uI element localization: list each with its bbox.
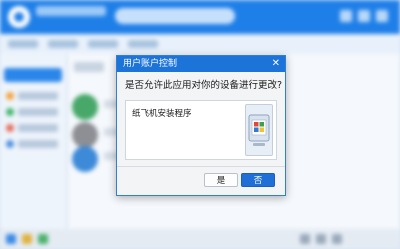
minimize-icon [340, 10, 352, 22]
no-button[interactable]: 否 [241, 173, 275, 187]
dialog-divider [117, 166, 285, 167]
dialog-question: 是否允许此应用对你的设备进行更改? [125, 80, 283, 91]
background-sidebar [0, 54, 66, 229]
maximize-icon [358, 10, 370, 22]
background-taskbar [0, 229, 400, 249]
yes-button[interactable]: 是 [204, 173, 238, 187]
dialog-title: 用户账户控制 [123, 59, 178, 69]
background-title-bar [0, 0, 400, 34]
dialog-title-bar: 用户账户控制 ✕ [117, 56, 285, 72]
uac-dialog: 用户账户控制 ✕ 是否允许此应用对你的设备进行更改? 纸飞机安装程序 是 否 [116, 55, 286, 196]
background-app-title [36, 6, 106, 16]
shield-program-icon [245, 104, 273, 156]
close-window-icon [376, 10, 388, 22]
close-icon[interactable]: ✕ [272, 57, 280, 70]
background-search [115, 8, 235, 24]
app-logo [8, 6, 30, 28]
background-tab-bar [0, 34, 400, 54]
program-name: 纸飞机安装程序 [132, 109, 192, 119]
program-info-panel: 纸飞机安装程序 [125, 100, 277, 160]
